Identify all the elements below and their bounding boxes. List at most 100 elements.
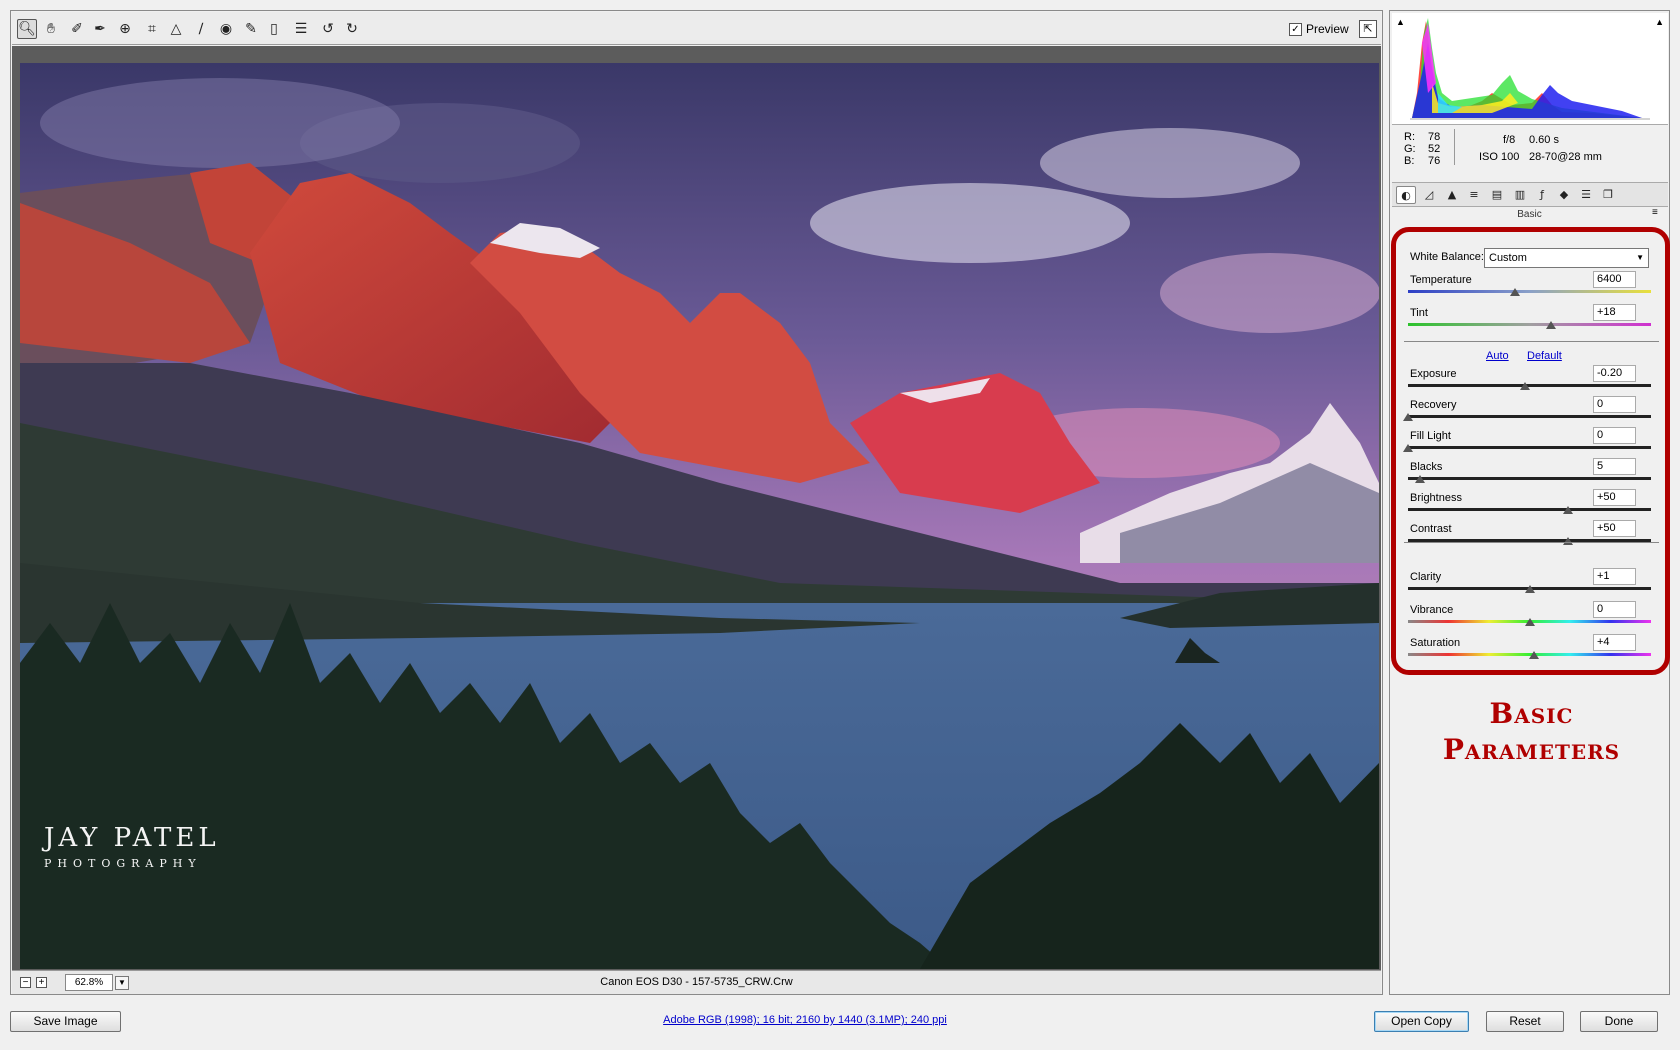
g-label: G: bbox=[1404, 143, 1416, 155]
slider-value-field[interactable]: 0 bbox=[1593, 427, 1636, 444]
annotation-line-1: Basic bbox=[1489, 697, 1574, 730]
slider-label: Contrast bbox=[1410, 523, 1452, 535]
b-label: B: bbox=[1404, 155, 1415, 167]
slider-value-field[interactable]: +50 bbox=[1593, 489, 1636, 506]
workflow-options-link[interactable]: Adobe RGB (1998); 16 bit; 2160 by 1440 (… bbox=[655, 1014, 955, 1026]
slider-track[interactable] bbox=[1408, 415, 1651, 418]
watermark-name: JAY PATEL bbox=[44, 823, 220, 853]
image-canvas[interactable]: JAY PATEL PHOTOGRAPHY bbox=[12, 46, 1381, 970]
status-bar: − + 62.8% ▼ Canon EOS D30 - 157-5735_CRW… bbox=[12, 970, 1381, 994]
color-sampler-icon[interactable]: ✒ bbox=[90, 19, 110, 39]
watermark: JAY PATEL PHOTOGRAPHY bbox=[44, 823, 220, 870]
slider-track[interactable] bbox=[1408, 290, 1651, 293]
red-eye-icon[interactable]: ◉ bbox=[216, 19, 236, 39]
photo-preview[interactable]: JAY PATEL PHOTOGRAPHY bbox=[20, 63, 1379, 969]
preview-toggle[interactable]: ✓ Preview bbox=[1289, 22, 1349, 36]
g-value: 52 bbox=[1428, 143, 1441, 155]
preferences-icon[interactable]: ☰ bbox=[291, 19, 311, 39]
tab-tone-curve-icon[interactable]: ◿ bbox=[1419, 186, 1439, 204]
hand-icon[interactable]: ✋︎ bbox=[41, 19, 61, 39]
spot-removal-icon[interactable]: ∕ bbox=[191, 19, 211, 39]
slider-value-field[interactable]: 0 bbox=[1593, 601, 1636, 618]
slider-thumb[interactable] bbox=[1529, 651, 1540, 659]
slider-value-field[interactable]: 5 bbox=[1593, 458, 1636, 475]
slider-value-field[interactable]: 6400 bbox=[1593, 271, 1636, 288]
landscape-photo bbox=[20, 63, 1379, 969]
fullscreen-icon[interactable]: ⇱ bbox=[1359, 20, 1377, 38]
tab-lens-corrections-icon[interactable]: ▥ bbox=[1510, 186, 1530, 204]
slider-thumb[interactable] bbox=[1524, 585, 1535, 593]
tab-presets-icon[interactable]: ☰ bbox=[1576, 186, 1596, 204]
basic-parameters-highlight: White Balance: Custom ▼ Temperature 6400 T… bbox=[1391, 227, 1670, 675]
r-label: R: bbox=[1404, 131, 1415, 143]
toolbar: 🔍︎ ✋︎ ✐ ✒ ⊕ ⌗ △ ∕ ◉ ✎ ▯ ☰ ↺ ↻ ✓ Preview … bbox=[12, 12, 1381, 45]
iso: ISO 100 bbox=[1479, 151, 1520, 163]
target-adjust-icon[interactable]: ⊕ bbox=[115, 19, 135, 39]
done-button[interactable]: Done bbox=[1580, 1011, 1658, 1032]
basic-parameters-annotation: Basic Parameters bbox=[1404, 696, 1659, 768]
open-copy-button[interactable]: Open Copy bbox=[1374, 1011, 1469, 1032]
slider-label: Blacks bbox=[1410, 461, 1443, 473]
divider bbox=[1404, 341, 1659, 342]
tab-snapshots-icon[interactable]: ❐ bbox=[1598, 186, 1618, 204]
slider-track[interactable] bbox=[1408, 477, 1651, 480]
image-panel: 🔍︎ ✋︎ ✐ ✒ ⊕ ⌗ △ ∕ ◉ ✎ ▯ ☰ ↺ ↻ ✓ Preview … bbox=[10, 10, 1383, 995]
divider bbox=[1404, 542, 1659, 543]
tab-camera-calibration-icon[interactable]: ◆ bbox=[1554, 186, 1574, 204]
slider-track[interactable] bbox=[1408, 446, 1651, 449]
adjustment-brush-icon[interactable]: ✎ bbox=[241, 19, 261, 39]
histogram: ▲ ▲ bbox=[1392, 13, 1668, 125]
white-balance-icon[interactable]: ✐ bbox=[67, 19, 87, 39]
slider-thumb[interactable] bbox=[1519, 382, 1530, 390]
file-name-label: Canon EOS D30 - 157-5735_CRW.Crw bbox=[600, 976, 793, 988]
info-divider bbox=[1454, 129, 1455, 165]
tab-basic-icon[interactable]: ◐ bbox=[1396, 186, 1416, 204]
panel-title: Basic bbox=[1517, 209, 1542, 220]
adjustments-panel: ▲ ▲ R: 78 G: 52 B: 76 f/8 0.60 s ISO 100… bbox=[1389, 10, 1670, 995]
graduated-filter-icon[interactable]: ▯ bbox=[264, 19, 284, 39]
slider-thumb[interactable] bbox=[1524, 618, 1535, 626]
lens: 28-70@28 mm bbox=[1529, 151, 1602, 163]
basic-controls: White Balance: Custom ▼ Temperature 6400 T… bbox=[1396, 232, 1665, 670]
slider-thumb[interactable] bbox=[1509, 288, 1520, 296]
slider-value-field[interactable]: +1 bbox=[1593, 568, 1636, 585]
crop-icon[interactable]: ⌗ bbox=[142, 19, 162, 39]
panel-tabs: ◐ ◿ ▲ ≡ ▤ ▥ ƒ ◆ ☰ ❐ bbox=[1392, 182, 1668, 207]
slider-value-field[interactable]: +18 bbox=[1593, 304, 1636, 321]
r-value: 78 bbox=[1428, 131, 1441, 143]
rotate-left-icon[interactable]: ↺ bbox=[318, 19, 338, 39]
watermark-sub: PHOTOGRAPHY bbox=[44, 857, 202, 870]
slider-thumb[interactable] bbox=[1403, 444, 1413, 452]
slider-track[interactable] bbox=[1408, 508, 1651, 511]
shutter-speed: 0.60 s bbox=[1529, 134, 1559, 146]
slider-thumb[interactable] bbox=[1563, 537, 1574, 545]
white-balance-label: White Balance: bbox=[1410, 251, 1484, 263]
slider-track[interactable] bbox=[1408, 323, 1651, 326]
slider-label: Saturation bbox=[1410, 637, 1461, 649]
zoom-icon[interactable]: 🔍︎ bbox=[17, 19, 37, 39]
white-balance-select[interactable]: Custom ▼ bbox=[1484, 248, 1649, 268]
default-link[interactable]: Default bbox=[1527, 350, 1562, 362]
slider-thumb[interactable] bbox=[1415, 475, 1426, 483]
auto-link[interactable]: Auto bbox=[1486, 350, 1509, 362]
rotate-right-icon[interactable]: ↻ bbox=[342, 19, 362, 39]
slider-label: Tint bbox=[1410, 307, 1428, 319]
tab-hsl-icon[interactable]: ≡ bbox=[1464, 186, 1484, 204]
slider-thumb[interactable] bbox=[1563, 506, 1574, 514]
reset-button[interactable]: Reset bbox=[1486, 1011, 1564, 1032]
slider-thumb[interactable] bbox=[1403, 413, 1413, 421]
slider-label: Brightness bbox=[1410, 492, 1462, 504]
slider-thumb[interactable] bbox=[1546, 321, 1557, 329]
slider-value-field[interactable]: -0.20 bbox=[1593, 365, 1636, 382]
straighten-icon[interactable]: △ bbox=[166, 19, 186, 39]
save-image-button[interactable]: Save Image bbox=[10, 1011, 121, 1032]
slider-value-field[interactable]: 0 bbox=[1593, 396, 1636, 413]
tab-detail-icon[interactable]: ▲ bbox=[1442, 186, 1462, 204]
panel-menu-icon[interactable]: ≡ bbox=[1652, 207, 1658, 218]
preview-checkbox[interactable]: ✓ bbox=[1289, 22, 1302, 36]
slider-value-field[interactable]: +50 bbox=[1593, 520, 1636, 537]
tab-split-toning-icon[interactable]: ▤ bbox=[1487, 186, 1507, 204]
tab-effects-icon[interactable]: ƒ bbox=[1532, 186, 1552, 204]
slider-value-field[interactable]: +4 bbox=[1593, 634, 1636, 651]
preview-label: Preview bbox=[1306, 22, 1349, 36]
